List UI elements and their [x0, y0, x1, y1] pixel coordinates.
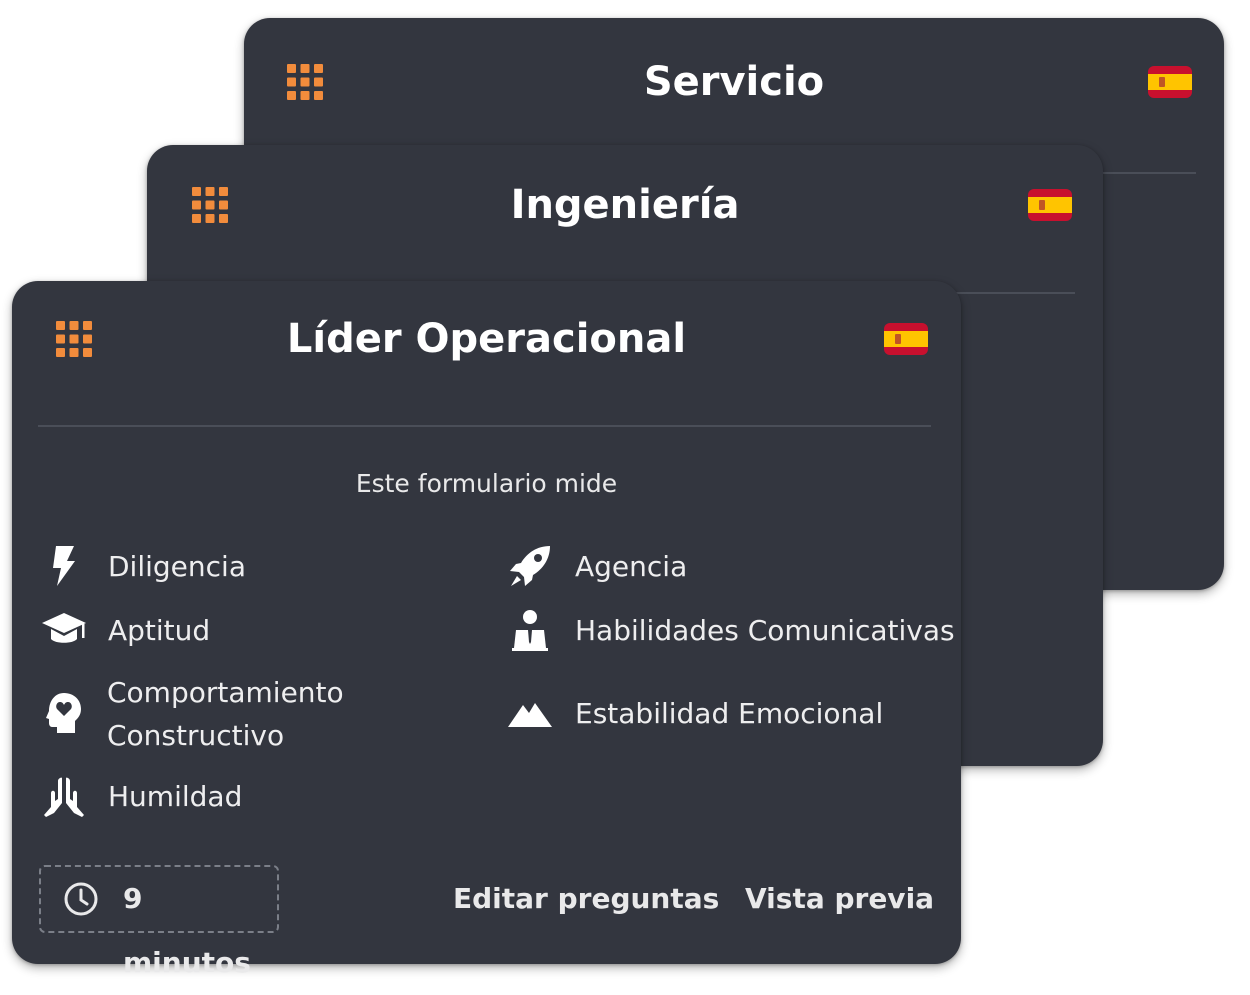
graduation-cap-icon [40, 606, 88, 654]
card-divider [38, 425, 931, 427]
clock-icon [64, 882, 98, 916]
mountains-icon [506, 689, 554, 737]
trait-label-habilidades-comunicativas: Habilidades Comunicativas [575, 614, 955, 647]
trait-label-estabilidad-emocional: Estabilidad Emocional [575, 697, 884, 730]
duration-badge: 9 minutos [39, 865, 279, 979]
trait-label-aptitud: Aptitud [108, 614, 211, 647]
duration-label: 9 minutos [123, 882, 251, 979]
edit-questions-button[interactable]: Editar preguntas [453, 871, 719, 927]
card-divider [955, 292, 1075, 294]
trait-label-comportamiento: Comportamiento [107, 676, 344, 709]
trait-label-constructivo: Constructivo [107, 719, 285, 752]
preview-button[interactable]: Vista previa [745, 871, 934, 927]
card-title: Servicio [643, 59, 825, 105]
form-subtitle: Este formulario mide [355, 469, 618, 498]
praying-hands-icon [40, 773, 88, 821]
spain-flag-icon[interactable] [884, 323, 928, 355]
bolt-icon [40, 542, 88, 590]
card-title: Ingeniería [510, 182, 740, 228]
form-card-lider-operacional[interactable]: Líder Operacional Este formulario mide D… [12, 281, 961, 979]
card-divider [1103, 172, 1196, 174]
card-title: Líder Operacional [286, 316, 687, 362]
rocket-icon [506, 542, 554, 590]
trait-label-humildad: Humildad [108, 780, 243, 813]
trait-label-diligencia: Diligencia [108, 550, 246, 583]
trait-label-agencia: Agencia [575, 550, 688, 583]
spain-flag-icon[interactable] [1028, 189, 1072, 221]
spain-flag-icon[interactable] [1148, 66, 1192, 98]
presenter-icon [506, 606, 554, 654]
head-heart-icon [40, 689, 88, 737]
